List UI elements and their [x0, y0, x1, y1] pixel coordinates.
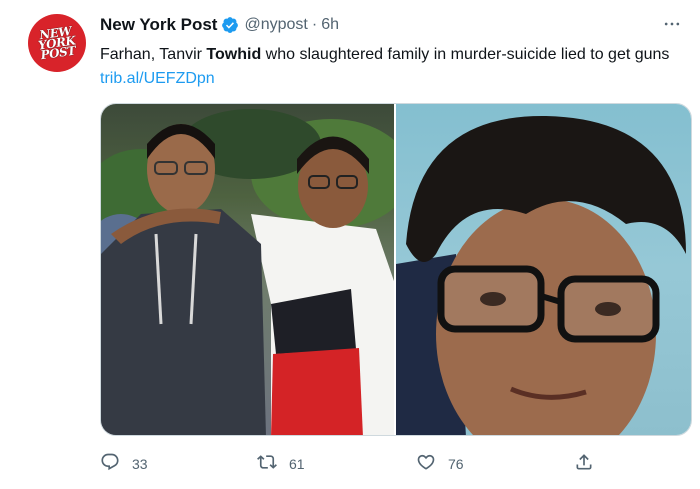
- like-count: 76: [448, 455, 464, 472]
- tweet-actions: 33 61 76: [100, 452, 600, 476]
- retweet-count: 61: [289, 455, 305, 472]
- tweet-text-part-1: Farhan, Tanvir: [100, 46, 207, 63]
- retweet-icon: [257, 452, 277, 475]
- media-gallery[interactable]: [100, 103, 692, 436]
- verified-badge-icon: [221, 16, 239, 34]
- reply-count: 33: [132, 455, 148, 472]
- reply-icon: [100, 452, 120, 475]
- display-name[interactable]: New York Post: [100, 15, 217, 35]
- ny-post-logo: NEW YORK POST: [36, 24, 77, 63]
- tweet-link[interactable]: trib.al/UEFZDpn: [100, 70, 215, 87]
- retweet-button[interactable]: 61: [257, 452, 305, 475]
- like-button[interactable]: 76: [416, 452, 464, 475]
- tweet-text-bold: Towhid: [206, 46, 262, 63]
- photo-selfie-illustration: [396, 115, 686, 435]
- share-icon: [574, 452, 594, 475]
- photo-selfie[interactable]: [396, 104, 691, 435]
- logo-line-3: POST: [40, 43, 77, 63]
- tweet-header: New York Post @nypost · 6h: [100, 14, 339, 36]
- heart-icon: [416, 452, 436, 475]
- photo-two-people-illustration: [101, 109, 394, 435]
- more-options-icon[interactable]: [660, 14, 684, 34]
- share-button[interactable]: [574, 452, 594, 475]
- avatar[interactable]: NEW YORK POST: [28, 14, 86, 72]
- tweet-text-part-2: who slaughtered family in murder-suicide…: [261, 46, 670, 63]
- handle[interactable]: @nypost: [244, 16, 307, 34]
- tweet-text: Farhan, Tanvir Towhid who slaughtered fa…: [100, 43, 685, 91]
- photo-two-people[interactable]: [101, 104, 394, 435]
- reply-button[interactable]: 33: [100, 452, 148, 475]
- tweet-card[interactable]: NEW YORK POST New York Post @nypost · 6h…: [0, 0, 700, 489]
- timestamp[interactable]: 6h: [321, 16, 339, 34]
- separator-dot: ·: [311, 16, 318, 33]
